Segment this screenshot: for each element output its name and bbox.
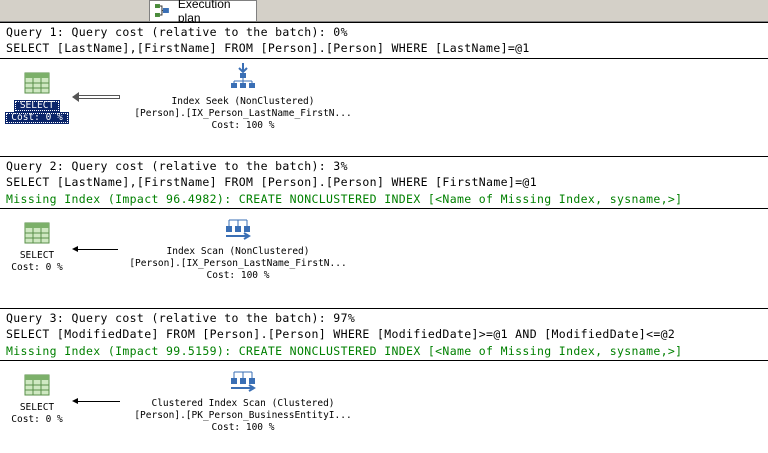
query-3-cost-line: Query 3: Query cost (relative to the bat… <box>6 311 356 325</box>
query-3-sql: SELECT [ModifiedDate] FROM [Person].[Per… <box>6 327 676 341</box>
query-2-select-title: SELECT <box>19 250 55 261</box>
tab-strip: Execution plan <box>0 0 768 25</box>
query-2-select-cost: Cost: 0 % <box>11 262 63 273</box>
execution-plan-icon <box>154 4 169 17</box>
query-2-operator-object: [Person].[IX_Person_LastName_FirstN... <box>129 258 347 269</box>
query-1-operator-object: [Person].[IX_Person_LastName_FirstN... <box>134 108 352 119</box>
query-1: Query 1: Query cost (relative to the bat… <box>0 22 768 156</box>
query-3-operator-node[interactable]: Clustered Index Scan (Clustered) [Person… <box>118 368 368 434</box>
query-3-operator-object: [Person].[PK_Person_BusinessEntityI... <box>134 410 352 421</box>
query-3: Query 3: Query cost (relative to the bat… <box>0 308 768 453</box>
query-2-operator-cost: Cost: 100 % <box>206 270 270 281</box>
query-3-select-cost: Cost: 0 % <box>11 414 63 425</box>
clustered-index-scan-icon <box>231 371 256 392</box>
query-2-data-flow-arrow[interactable] <box>72 246 118 252</box>
query-2-missing-index[interactable]: Missing Index (Impact 96.4982): CREATE N… <box>6 191 682 207</box>
query-3-operator-title: Clustered Index Scan (Clustered) <box>151 398 335 409</box>
query-2-sql: SELECT [LastName],[FirstName] FROM [Pers… <box>6 175 537 189</box>
query-3-select-node[interactable]: SELECT Cost: 0 % <box>4 374 70 426</box>
tab-execution-plan[interactable]: Execution plan <box>149 0 257 25</box>
query-1-select-cost: Cost: 0 % <box>5 112 69 124</box>
query-1-operator-title: Index Seek (NonClustered) <box>171 96 315 107</box>
query-1-data-flow-arrow[interactable] <box>72 92 120 102</box>
query-1-cost-line: Query 1: Query cost (relative to the bat… <box>6 25 348 39</box>
query-2: Query 2: Query cost (relative to the bat… <box>0 156 768 306</box>
query-2-operator-node[interactable]: Index Scan (NonClustered) [Person].[IX_P… <box>113 216 363 282</box>
query-3-operator-cost: Cost: 100 % <box>211 422 275 433</box>
query-3-data-flow-arrow[interactable] <box>72 398 120 404</box>
query-1-select-title: SELECT <box>13 100 61 112</box>
index-scan-icon <box>226 219 251 240</box>
query-2-select-node[interactable]: SELECT Cost: 0 % <box>4 222 70 274</box>
query-3-select-title: SELECT <box>19 402 55 413</box>
query-1-operator-cost: Cost: 100 % <box>211 120 275 131</box>
query-2-operator-title: Index Scan (NonClustered) <box>166 246 310 257</box>
index-seek-icon <box>231 63 255 88</box>
query-1-sql: SELECT [LastName],[FirstName] FROM [Pers… <box>6 41 530 55</box>
query-1-operator-node[interactable]: Index Seek (NonClustered) [Person].[IX_P… <box>118 62 368 132</box>
query-1-select-node[interactable]: SELECT Cost: 0 % <box>4 72 70 124</box>
select-result-icon <box>24 374 50 396</box>
select-result-icon <box>24 72 50 94</box>
query-2-cost-line: Query 2: Query cost (relative to the bat… <box>6 159 348 173</box>
select-result-icon <box>24 222 50 244</box>
query-3-missing-index[interactable]: Missing Index (Impact 99.5159): CREATE N… <box>6 343 682 359</box>
